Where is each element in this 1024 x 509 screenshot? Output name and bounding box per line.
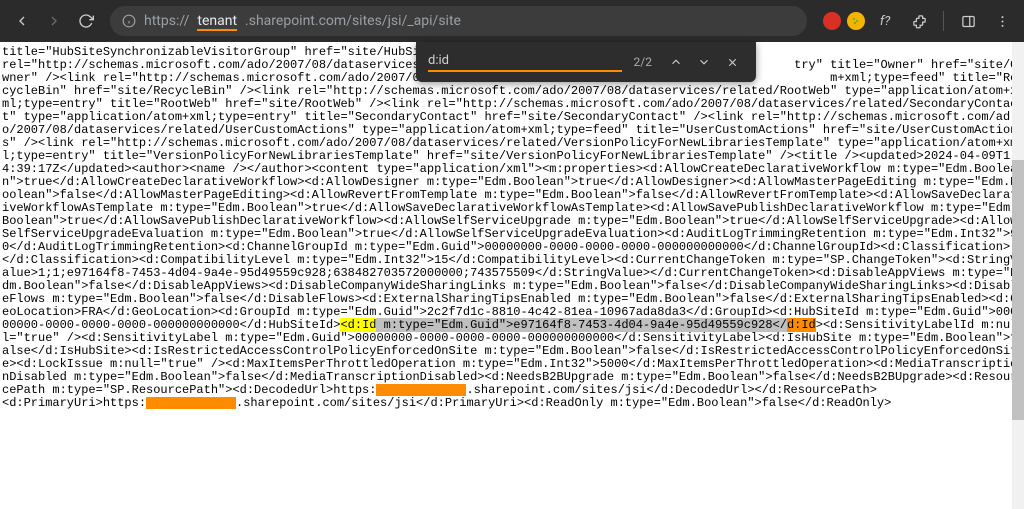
menu-icon[interactable]: [988, 7, 1016, 35]
find-close-button[interactable]: [720, 50, 744, 74]
browser-toolbar: https:// tenant .sharepoint.com/sites/jsi/…: [0, 0, 1024, 42]
site-info-icon: [122, 14, 136, 28]
url-host: tenant: [197, 13, 237, 29]
xml-response-body[interactable]: title="HubSiteSynchronizableVisitorGroup…: [0, 42, 1024, 509]
toolbar-right: f?: [823, 7, 1016, 35]
find-in-page: d:id 2/2: [416, 42, 756, 82]
redacted-block: [146, 397, 236, 409]
address-bar[interactable]: https:// tenant .sharepoint.com/sites/jsi/…: [110, 6, 807, 36]
find-prev-button[interactable]: [664, 50, 688, 74]
find-next-button[interactable]: [692, 50, 716, 74]
sidepanel-icon[interactable]: [954, 7, 982, 35]
reload-button[interactable]: [72, 7, 100, 35]
find-match: <d:Id: [340, 318, 376, 332]
redacted-block: [376, 384, 466, 396]
back-button[interactable]: [8, 7, 36, 35]
find-count: 2/2: [634, 55, 652, 69]
url-protocol: https://: [144, 13, 189, 29]
url-path: .sharepoint.com/sites/jsi/_api/site: [245, 13, 461, 29]
forward-button[interactable]: [40, 7, 68, 35]
cookie-icon[interactable]: [847, 12, 865, 30]
extensions-icon[interactable]: [905, 7, 933, 35]
font-icon[interactable]: f?: [871, 7, 899, 35]
find-input[interactable]: d:id: [428, 53, 622, 72]
record-icon[interactable]: [823, 12, 841, 30]
xml-text-pre: title="HubSiteSynchronizableVisitorGroup…: [2, 45, 1017, 332]
find-match-current: d:Id: [787, 318, 816, 332]
scrollbar-thumb[interactable]: [1012, 160, 1024, 420]
